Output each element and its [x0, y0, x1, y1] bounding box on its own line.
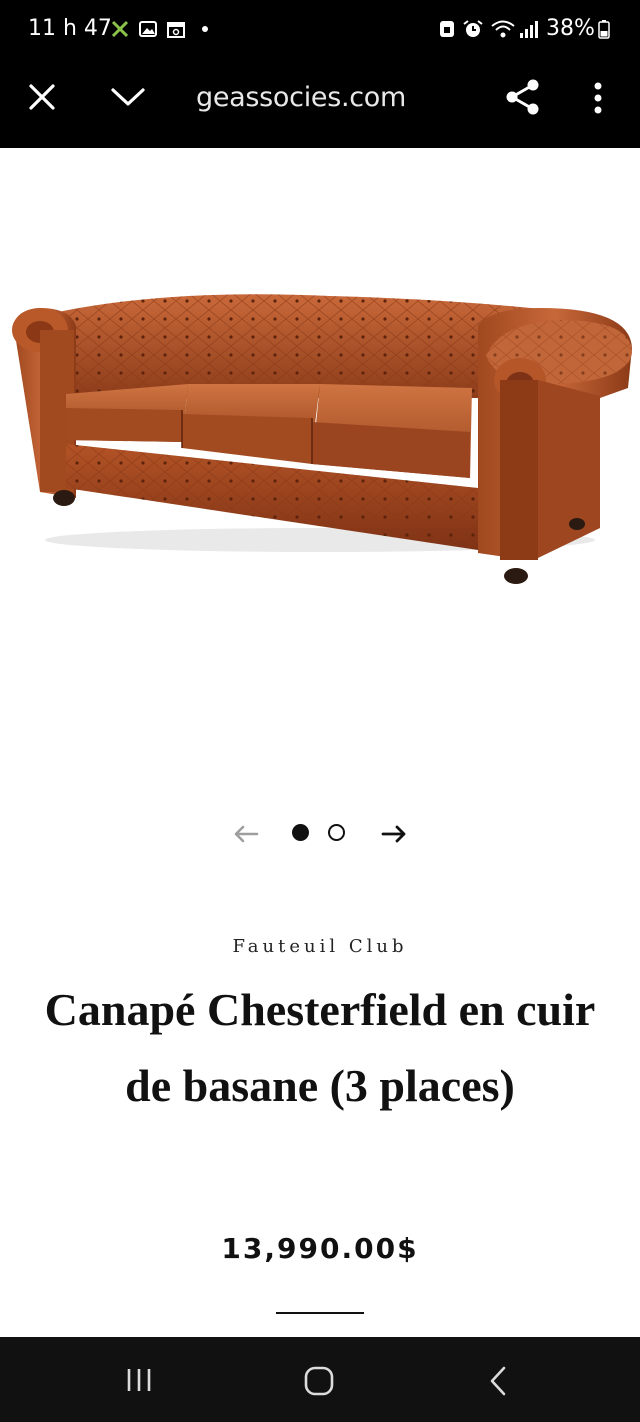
battery-percentage: 38% [546, 16, 595, 41]
chevron-down-icon[interactable] [110, 86, 146, 108]
battery-icon [598, 20, 610, 39]
close-icon[interactable] [28, 83, 56, 111]
alarm-icon [463, 20, 483, 37]
product-title: Canapé Chesterfield en cuir de basane (3… [44, 984, 596, 1111]
arrow-right-icon[interactable] [380, 820, 408, 848]
arrow-left-icon[interactable] [232, 820, 260, 848]
system-nav-bar [0, 1337, 640, 1422]
product-brand[interactable]: Fauteuil Club [0, 936, 640, 957]
carousel-dot-1[interactable] [292, 824, 309, 841]
calendar-icon [167, 22, 185, 38]
carousel-dot-2[interactable] [328, 824, 345, 841]
status-bar: 11 h 47 38% [0, 0, 640, 58]
home-icon[interactable] [303, 1365, 335, 1397]
product-price: 13,990.00$ [221, 1232, 419, 1265]
app-notification-icon [111, 20, 129, 38]
recents-icon[interactable] [124, 1367, 154, 1393]
share-icon[interactable] [504, 78, 542, 116]
notification-dot-icon [202, 26, 208, 32]
signal-icon [520, 21, 538, 38]
browser-toolbar: geassocies.com [0, 58, 640, 148]
status-time: 11 h 47 [28, 16, 112, 41]
back-icon[interactable] [486, 1365, 510, 1397]
url-text[interactable]: geassocies.com [196, 82, 406, 113]
more-vert-icon[interactable] [590, 80, 606, 116]
divider [276, 1312, 364, 1314]
chesterfield-sofa-illustration [12, 294, 632, 584]
product-image[interactable] [0, 148, 640, 788]
image-carousel-nav [0, 812, 640, 856]
gallery-icon [139, 21, 157, 37]
lock-status-icon [440, 21, 454, 37]
wifi-icon [491, 20, 515, 38]
